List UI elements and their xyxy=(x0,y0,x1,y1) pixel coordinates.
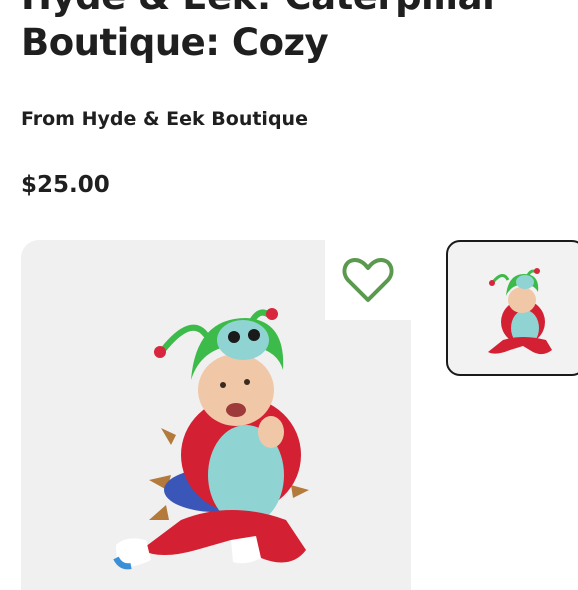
like-button[interactable] xyxy=(325,240,411,320)
product-title-line-1: Hyde & Eek! Caterpillar xyxy=(21,0,500,19)
thumbnail-image[interactable] xyxy=(446,240,578,376)
product-title-line-2: Boutique: Cozy xyxy=(21,21,329,64)
thumbnail-illustration xyxy=(488,268,552,355)
heart-icon xyxy=(342,258,394,302)
product-price: $25.00 xyxy=(21,172,110,198)
brand-link[interactable]: From Hyde & Eek Boutique xyxy=(21,108,308,130)
